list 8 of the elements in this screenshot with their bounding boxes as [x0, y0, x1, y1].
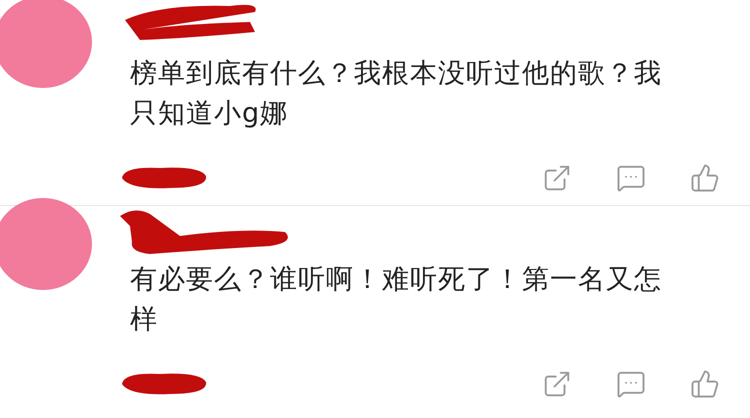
like-icon[interactable] — [690, 369, 720, 399]
share-icon[interactable] — [542, 163, 572, 193]
comment-text: 榜单到底有什么？我根本没听过他的歌？我只知道小g娜 — [129, 57, 663, 131]
comment-text: 有必要么？谁听啊！难听死了！第一名又怎样 — [129, 263, 663, 337]
comment-icon[interactable] — [616, 163, 646, 193]
comment-icon[interactable] — [616, 369, 646, 399]
like-icon[interactable] — [690, 163, 720, 193]
share-icon[interactable] — [542, 369, 572, 399]
